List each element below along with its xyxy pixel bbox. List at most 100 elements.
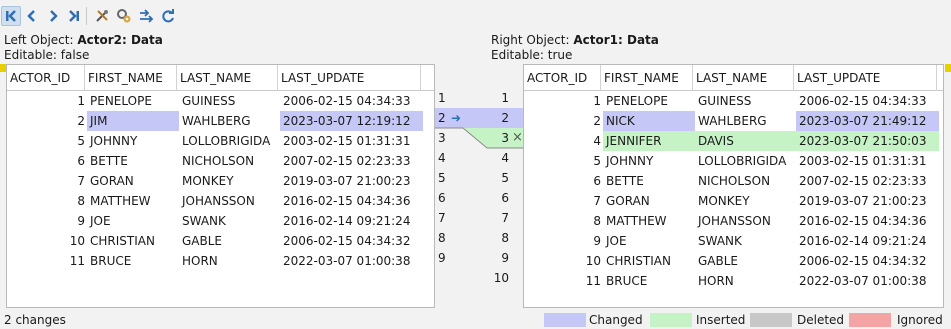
last-update-cell[interactable]: 2003-02-15 01:31:31	[280, 131, 423, 151]
table-row[interactable]: 4 JENNIFER DAVIS 2023-03-07 21:50:03	[524, 131, 939, 151]
last-name-cell[interactable]: HORN	[695, 271, 796, 291]
last-update-cell[interactable]: 2022-03-07 01:00:38	[280, 251, 423, 271]
table-row[interactable]: 7 GORAN MONKEY 2019-03-07 21:00:23	[7, 171, 423, 191]
last-update-cell[interactable]: 2016-02-14 09:21:24	[796, 231, 939, 251]
actor-id-cell[interactable]: 5	[7, 131, 87, 151]
table-row[interactable]: 5 JOHNNY LOLLOBRIGIDA 2003-02-15 01:31:31	[7, 131, 423, 151]
last-name-cell[interactable]: NICHOLSON	[179, 151, 280, 171]
table-row[interactable]: 8 MATTHEW JOHANSSON 2016-02-15 04:34:36	[7, 191, 423, 211]
actor-id-cell[interactable]: 11	[524, 271, 603, 291]
table-row[interactable]: 2 JIM WAHLBERG 2023-03-07 12:19:12	[7, 111, 423, 131]
actor-id-cell[interactable]: 9	[524, 231, 603, 251]
right-col-last-update[interactable]: LAST_UPDATE	[794, 65, 937, 91]
table-row[interactable]: 9 JOE SWANK 2016-02-14 09:21:24	[524, 231, 939, 251]
first-name-cell[interactable]: GORAN	[603, 191, 695, 211]
last-update-cell[interactable]: 2019-03-07 21:00:23	[796, 191, 939, 211]
actor-id-cell[interactable]: 11	[7, 251, 87, 271]
actor-id-cell[interactable]: 7	[7, 171, 87, 191]
first-name-cell[interactable]: JOE	[87, 211, 179, 231]
last-name-cell[interactable]: GABLE	[695, 251, 796, 271]
table-row[interactable]: 1 PENELOPE GUINESS 2006-02-15 04:34:33	[7, 91, 423, 111]
last-update-cell[interactable]: 2006-02-15 04:34:33	[796, 91, 939, 111]
last-name-cell[interactable]: GUINESS	[695, 91, 796, 111]
last-name-cell[interactable]: MONKEY	[695, 191, 796, 211]
first-name-cell[interactable]: CHRISTIAN	[603, 251, 695, 271]
last-update-cell[interactable]: 2006-02-15 04:34:33	[280, 91, 423, 111]
last-name-cell[interactable]: SWANK	[695, 231, 796, 251]
last-name-cell[interactable]: WAHLBERG	[179, 111, 280, 131]
last-name-cell[interactable]: SWANK	[179, 211, 280, 231]
table-row[interactable]: 10 CHRISTIAN GABLE 2006-02-15 04:34:32	[7, 231, 423, 251]
last-name-cell[interactable]: DAVIS	[695, 131, 796, 151]
left-col-last-name[interactable]: LAST_NAME	[177, 65, 278, 91]
actor-id-cell[interactable]: 8	[7, 191, 87, 211]
actor-id-cell[interactable]: 2	[7, 111, 87, 131]
last-update-cell[interactable]: 2007-02-15 02:23:33	[280, 151, 423, 171]
first-name-cell[interactable]: BRUCE	[603, 271, 695, 291]
first-name-cell[interactable]: BETTE	[87, 151, 179, 171]
table-row[interactable]: 6 BETTE NICHOLSON 2007-02-15 02:23:33	[524, 171, 939, 191]
first-name-cell[interactable]: JOHNNY	[87, 131, 179, 151]
first-name-cell[interactable]: PENELOPE	[87, 91, 179, 111]
last-update-cell[interactable]: 2006-02-15 04:34:32	[280, 231, 423, 251]
actor-id-cell[interactable]: 1	[524, 91, 603, 111]
last-name-cell[interactable]: HORN	[179, 251, 280, 271]
first-name-cell[interactable]: BETTE	[603, 171, 695, 191]
next-diff-icon[interactable]	[43, 6, 63, 26]
last-name-cell[interactable]: GUINESS	[179, 91, 280, 111]
right-col-last-name[interactable]: LAST_NAME	[693, 65, 794, 91]
actor-id-cell[interactable]: 4	[524, 131, 603, 151]
first-name-cell[interactable]: JOHNNY	[603, 151, 695, 171]
actor-id-cell[interactable]: 6	[7, 151, 87, 171]
actor-id-cell[interactable]: 10	[7, 231, 87, 251]
last-name-cell[interactable]: WAHLBERG	[695, 111, 796, 131]
table-row[interactable]: 8 MATTHEW JOHANSSON 2016-02-15 04:34:36	[524, 211, 939, 231]
last-update-cell[interactable]: 2016-02-14 09:21:24	[280, 211, 423, 231]
delete-mark-icon[interactable]: ×	[512, 128, 523, 148]
actor-id-cell[interactable]: 1	[7, 91, 87, 111]
tools-icon[interactable]	[92, 6, 112, 26]
last-update-cell[interactable]: 2006-02-15 04:34:32	[796, 251, 939, 271]
last-update-cell[interactable]: 2023-03-07 21:49:12	[796, 111, 939, 131]
actor-id-cell[interactable]: 9	[7, 211, 87, 231]
last-name-cell[interactable]: GABLE	[179, 231, 280, 251]
table-row[interactable]: 10 CHRISTIAN GABLE 2006-02-15 04:34:32	[524, 251, 939, 271]
last-update-cell[interactable]: 2022-03-07 01:00:38	[796, 271, 939, 291]
right-data-grid[interactable]: ACTOR_ID FIRST_NAME LAST_NAME LAST_UPDAT…	[523, 64, 944, 308]
first-name-cell[interactable]: PENELOPE	[603, 91, 695, 111]
last-update-cell[interactable]: 2023-03-07 12:19:12	[280, 111, 423, 131]
last-update-cell[interactable]: 2003-02-15 01:31:31	[796, 151, 939, 171]
table-row[interactable]: 6 BETTE NICHOLSON 2007-02-15 02:23:33	[7, 151, 423, 171]
first-name-cell[interactable]: JENNIFER	[603, 131, 695, 151]
first-diff-icon[interactable]	[1, 6, 21, 26]
first-name-cell[interactable]: NICK	[603, 111, 695, 131]
table-row[interactable]: 1 PENELOPE GUINESS 2006-02-15 04:34:33	[524, 91, 939, 111]
last-update-cell[interactable]: 2007-02-15 02:23:33	[796, 171, 939, 191]
last-name-cell[interactable]: JOHANSSON	[179, 191, 280, 211]
actor-id-cell[interactable]: 6	[524, 171, 603, 191]
right-col-actor-id[interactable]: ACTOR_ID	[524, 65, 601, 91]
last-update-cell[interactable]: 2023-03-07 21:50:03	[796, 131, 939, 151]
table-row[interactable]: 2 NICK WAHLBERG 2023-03-07 21:49:12	[524, 111, 939, 131]
table-row[interactable]: 11 BRUCE HORN 2022-03-07 01:00:38	[7, 251, 423, 271]
first-name-cell[interactable]: JIM	[87, 111, 179, 131]
actor-id-cell[interactable]: 10	[524, 251, 603, 271]
merge-arrow-icon[interactable]: ➜	[451, 108, 461, 128]
last-update-cell[interactable]: 2016-02-15 04:34:36	[796, 211, 939, 231]
first-name-cell[interactable]: BRUCE	[87, 251, 179, 271]
left-col-last-update[interactable]: LAST_UPDATE	[278, 65, 421, 91]
last-update-cell[interactable]: 2016-02-15 04:34:36	[280, 191, 423, 211]
actor-id-cell[interactable]: 2	[524, 111, 603, 131]
actor-id-cell[interactable]: 8	[524, 211, 603, 231]
last-update-cell[interactable]: 2019-03-07 21:00:23	[280, 171, 423, 191]
last-name-cell[interactable]: LOLLOBRIGIDA	[695, 151, 796, 171]
refresh-icon[interactable]	[158, 6, 178, 26]
actor-id-cell[interactable]: 5	[524, 151, 603, 171]
table-row[interactable]: 5 JOHNNY LOLLOBRIGIDA 2003-02-15 01:31:31	[524, 151, 939, 171]
prev-diff-icon[interactable]	[22, 6, 42, 26]
first-name-cell[interactable]: GORAN	[87, 171, 179, 191]
last-diff-icon[interactable]	[64, 6, 84, 26]
first-name-cell[interactable]: MATTHEW	[87, 191, 179, 211]
last-name-cell[interactable]: JOHANSSON	[695, 211, 796, 231]
left-data-grid[interactable]: ACTOR_ID FIRST_NAME LAST_NAME LAST_UPDAT…	[6, 64, 435, 308]
